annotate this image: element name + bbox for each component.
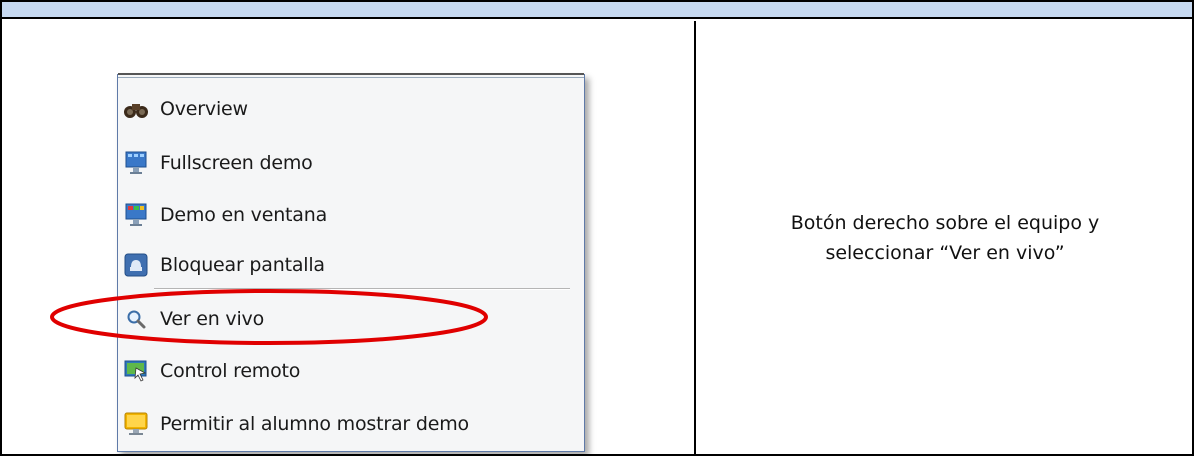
instruction-text: Botón derecho sobre el equipo y seleccio… (791, 208, 1100, 268)
menu-item-label: Overview (160, 98, 248, 120)
instruction-cell: Botón derecho sobre el equipo y seleccio… (698, 21, 1192, 454)
menu-item-control-remoto[interactable]: Control remoto (118, 349, 584, 393)
menu-item-overview[interactable]: Overview (118, 87, 584, 131)
monitor-window-icon (122, 201, 150, 229)
highlight-ellipse (50, 289, 488, 345)
menu-item-fullscreen-demo[interactable]: Fullscreen demo (118, 141, 584, 185)
menu-top-edge (118, 73, 584, 78)
monitor-fullscreen-icon (122, 149, 150, 177)
table-header-row (2, 2, 1192, 19)
remote-control-icon (122, 357, 150, 385)
instruction-line-1: Botón derecho sobre el equipo y (790, 211, 1100, 234)
student-monitor-icon (122, 410, 150, 438)
binoculars-icon (122, 95, 150, 123)
lock-screen-icon (122, 251, 150, 279)
instruction-table: Overview Fullscreen demo Demo en ventana… (0, 0, 1194, 456)
menu-item-label: Permitir al alumno mostrar demo (160, 413, 469, 435)
context-menu: Overview Fullscreen demo Demo en ventana… (117, 73, 585, 452)
instruction-line-2: seleccionar “Ver en vivo” (825, 241, 1065, 264)
menu-item-label: Demo en ventana (160, 204, 328, 226)
menu-item-demo-en-ventana[interactable]: Demo en ventana (118, 193, 584, 237)
menu-item-permitir-al-alumno[interactable]: Permitir al alumno mostrar demo (118, 402, 584, 446)
menu-item-label: Fullscreen demo (160, 152, 313, 174)
menu-item-bloquear-pantalla[interactable]: Bloquear pantalla (118, 243, 584, 287)
menu-item-label: Control remoto (160, 360, 301, 382)
screenshot-cell: Overview Fullscreen demo Demo en ventana… (2, 21, 696, 454)
menu-item-label: Bloquear pantalla (160, 254, 325, 276)
